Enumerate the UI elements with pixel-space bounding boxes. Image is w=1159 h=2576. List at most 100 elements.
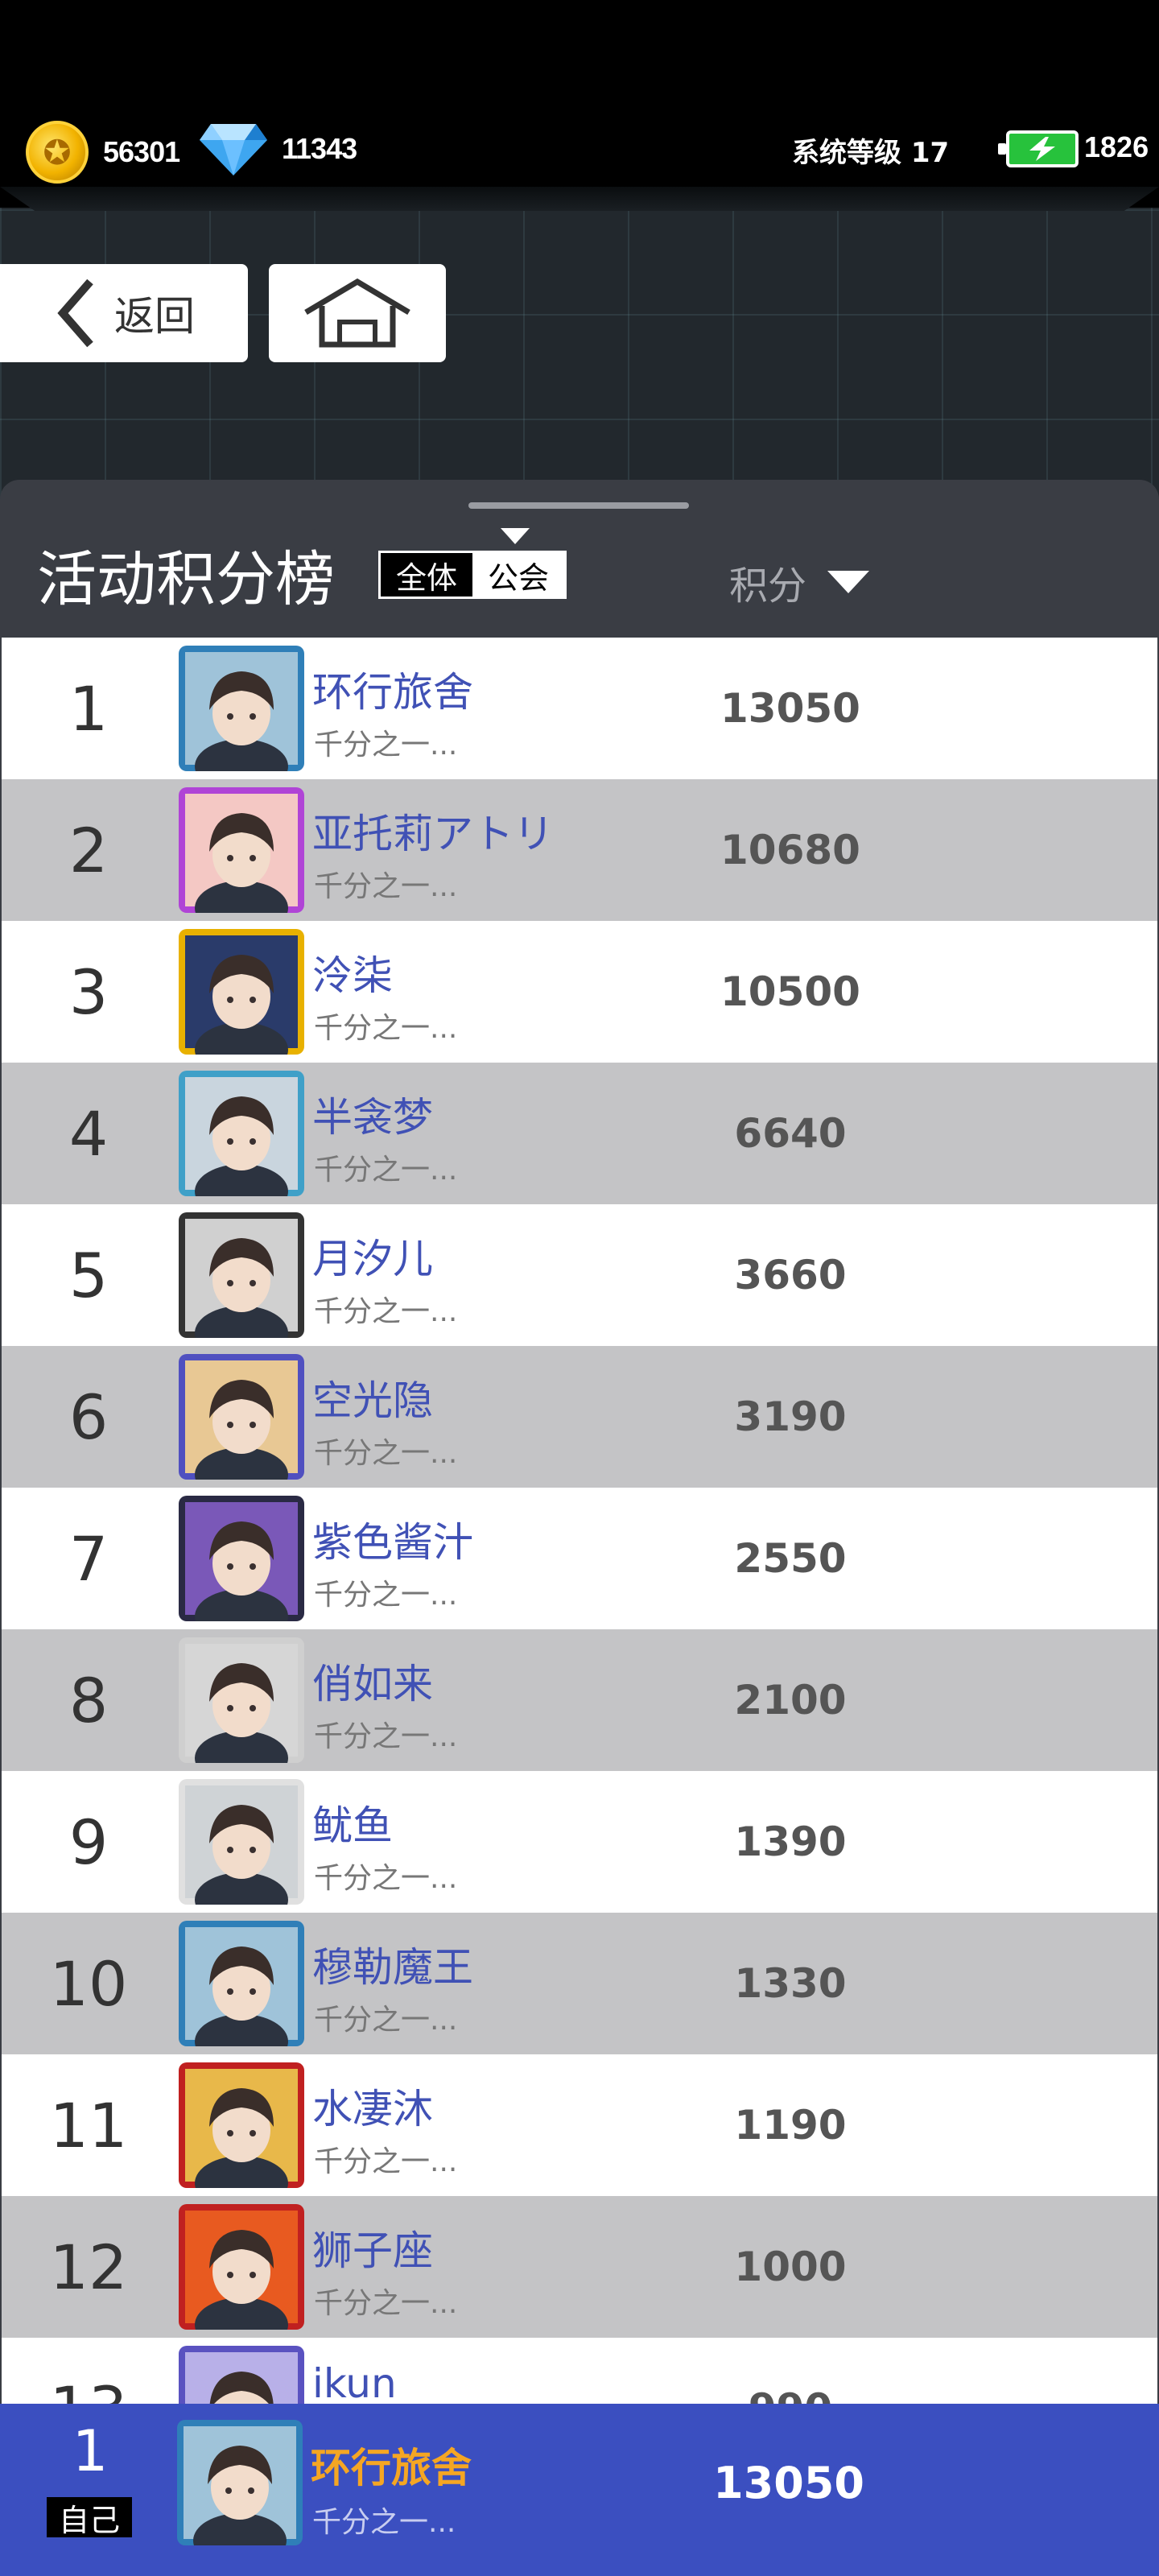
avatar[interactable] (179, 1637, 304, 1763)
tab-guild[interactable]: 公会 (472, 553, 564, 597)
score-value: 3190 (734, 1393, 847, 1440)
diamond-counter[interactable]: 11343 (200, 121, 357, 177)
energy-value: 1826 (1084, 130, 1149, 163)
avatar-portrait-icon (179, 787, 304, 913)
avatar-portrait-icon (179, 1212, 304, 1338)
player-name[interactable]: 半衾梦 (312, 1085, 433, 1143)
rank-number: 4 (68, 1097, 109, 1170)
avatar-portrait-icon (179, 2346, 304, 2404)
player-name[interactable]: 穆勒魔王 (312, 1935, 473, 1993)
rank-number: 3 (68, 956, 109, 1028)
home-icon (304, 278, 410, 348)
rank-number: 10 (49, 1947, 128, 2020)
home-button[interactable] (269, 264, 446, 362)
player-name[interactable]: 狮子座 (312, 2219, 433, 2277)
guild-name: 千分之一... (314, 1295, 458, 1328)
self-guild: 千分之一... (312, 2506, 456, 2539)
avatar-portrait-icon (179, 1071, 304, 1196)
guild-name: 千分之一... (314, 1437, 458, 1470)
self-score: 13050 (713, 2457, 864, 2508)
player-name[interactable]: 环行旅舍 (312, 660, 473, 718)
page-title: 活动积分榜 (37, 545, 335, 614)
avatar[interactable] (179, 929, 304, 1055)
avatar-portrait-icon (179, 1921, 304, 2046)
coin-value: 56301 (103, 135, 180, 168)
chevron-down-icon (827, 571, 870, 593)
table-row[interactable]: 4 半衾梦千分之一... 6640 (2, 1063, 1157, 1204)
player-name[interactable]: 亚托莉アトリ (312, 802, 554, 860)
rank-number: 13 (2, 2338, 175, 2405)
player-name[interactable]: 鱿鱼 (312, 1794, 393, 1852)
score-value: 2550 (734, 1535, 847, 1582)
avatar[interactable] (179, 1779, 304, 1905)
player-name[interactable]: 泠柒 (312, 943, 393, 1001)
avatar[interactable] (179, 1071, 304, 1196)
table-row[interactable]: 5 月汐儿 千分之一... 3660 (2, 1204, 1157, 1346)
drag-handle[interactable] (468, 502, 689, 509)
guild-name: 千分之一... (314, 1154, 458, 1187)
diamond-value: 11343 (282, 132, 357, 165)
player-name[interactable]: 紫色酱汁 (312, 1510, 473, 1568)
rank-number: 1 (68, 672, 109, 745)
player-name[interactable]: 俏如来 (312, 1652, 433, 1710)
score-value: 1390 (734, 1818, 847, 1865)
status-bar-edge (0, 187, 1159, 211)
sort-dropdown[interactable]: 积分 (729, 554, 870, 610)
table-row[interactable]: 10 穆勒魔王千分之一... 1330 (2, 1913, 1157, 2054)
leaderboard-list[interactable]: 1 环行旅舍 千分之一... 13050 2 亚托莉アトリ 千分之一... 10680 3 泠柒千… (2, 638, 1157, 2404)
guild-name: 千分之一... (314, 2287, 458, 2320)
score-value: 10500 (720, 968, 860, 1015)
player-name[interactable]: 水凄沐 (312, 2077, 433, 2135)
guild-name: 千分之一... (314, 2145, 458, 2178)
score-value: 2100 (734, 1677, 847, 1724)
avatar[interactable] (179, 787, 304, 913)
score-value: 1330 (734, 1960, 847, 2007)
player-name[interactable]: 空光隐 (312, 1368, 433, 1426)
table-row[interactable]: 3 泠柒 千分之一... 10500 (2, 921, 1157, 1063)
table-row[interactable]: 6 空光隐 千分之一... 3190 (2, 1346, 1157, 1488)
table-row[interactable]: 8 俏如来 千分之一... 2100 (2, 1629, 1157, 1771)
scope-tabs: 全体 公会 (378, 551, 567, 599)
self-rank-bar[interactable]: 1 自己 环行旅舍 千分之一... 13050 (0, 2404, 1159, 2576)
avatar-portrait-icon (179, 646, 304, 771)
avatar[interactable] (179, 1496, 304, 1621)
table-row[interactable]: 9 鱿鱼 千分之一... 1390 (2, 1771, 1157, 1913)
avatar[interactable] (179, 2346, 304, 2404)
rank-number: 7 (68, 1522, 109, 1595)
guild-name: 千分之一... (314, 729, 458, 762)
avatar[interactable] (179, 2062, 304, 2188)
self-rank: 1 (72, 2418, 109, 2484)
avatar-portrait-icon (179, 1354, 304, 1480)
guild-name: 千分之一... (314, 870, 458, 903)
battery-bolt-icon[interactable] (998, 130, 1079, 167)
guild-name: 千分之一... (314, 1720, 458, 1753)
avatar[interactable] (179, 646, 304, 771)
score-value: 6640 (734, 1110, 847, 1157)
status-bar: ✪ 56301 11343 系统等级 17 1826 (0, 0, 1159, 208)
table-row[interactable]: 11 水凄沐 千分之一... 1190 (2, 2054, 1157, 2196)
tab-all[interactable]: 全体 (381, 553, 472, 597)
table-row[interactable]: 7 紫色酱汁 千分之一... 2550 (2, 1488, 1157, 1629)
table-row[interactable]: 13ikun千分之一...990 (2, 2338, 1157, 2404)
player-name[interactable]: ikun (312, 2360, 397, 2404)
player-name[interactable]: 月汐儿 (312, 1227, 433, 1285)
avatar-portrait-icon (177, 2420, 303, 2545)
avatar[interactable] (179, 1354, 304, 1480)
sort-label: 积分 (729, 564, 807, 609)
diamond-icon (200, 124, 267, 175)
coin-counter[interactable]: ✪ 56301 (26, 121, 180, 184)
guild-name: 千分之一... (314, 2004, 458, 2037)
avatar[interactable] (177, 2420, 303, 2545)
table-row[interactable]: 1 环行旅舍 千分之一... 13050 (2, 638, 1157, 779)
back-button[interactable]: 返回 (0, 264, 248, 362)
table-row[interactable]: 2 亚托莉アトリ 千分之一... 10680 (2, 779, 1157, 921)
avatar-portrait-icon (179, 1637, 304, 1763)
avatar-portrait-icon (179, 1496, 304, 1621)
back-label: 返回 (114, 293, 195, 340)
avatar-portrait-icon (179, 2062, 304, 2188)
guild-name: 千分之一... (314, 1862, 458, 1895)
avatar[interactable] (179, 2204, 304, 2330)
avatar[interactable] (179, 1212, 304, 1338)
avatar[interactable] (179, 1921, 304, 2046)
table-row[interactable]: 12 狮子座 千分之一... 1000 (2, 2196, 1157, 2338)
